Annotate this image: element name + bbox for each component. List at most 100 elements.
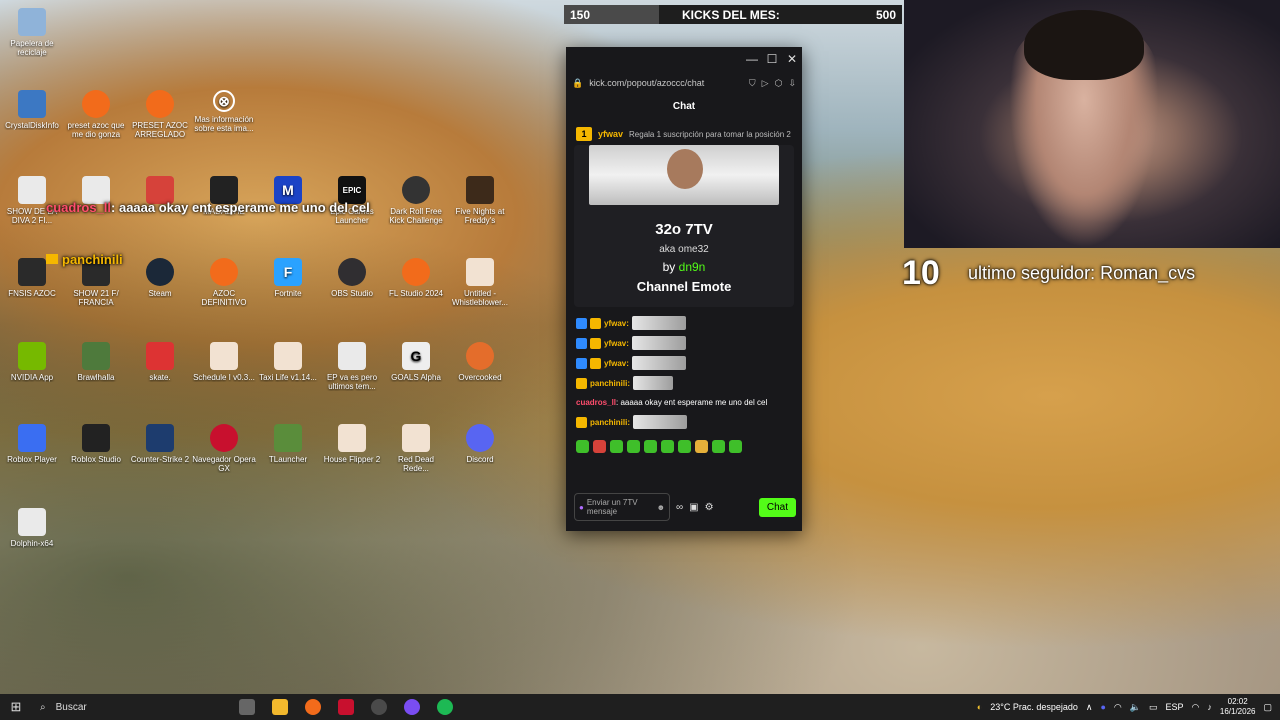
taskbar-search[interactable]: ⌕ Buscar bbox=[32, 694, 230, 720]
notification-icon[interactable]: ▢ bbox=[1263, 702, 1272, 713]
weather-icon[interactable]: ◐ bbox=[977, 702, 982, 712]
tlauncher-icon bbox=[274, 424, 302, 452]
input-placeholder: Enviar un 7TV mensaje bbox=[586, 498, 638, 516]
desktop-icon[interactable]: Taxi Life v1.14... bbox=[256, 342, 320, 382]
play-icon[interactable]: ▷ bbox=[762, 78, 769, 89]
emote-icon[interactable] bbox=[729, 440, 742, 453]
desktop-icon[interactable]: Five Nights at Freddy's bbox=[448, 176, 512, 225]
chat-message[interactable]: panchinili: bbox=[576, 373, 792, 393]
chat-message[interactable]: yfwav: bbox=[576, 313, 792, 333]
desktop-icon[interactable]: skate. bbox=[128, 342, 192, 382]
desktop-icon[interactable]: House Flipper 2 bbox=[320, 424, 384, 464]
pinned-gift[interactable]: 1 yfwav Regala 1 suscripción para tomar … bbox=[576, 123, 792, 145]
mic-icon[interactable]: ● bbox=[579, 503, 584, 512]
language-indicator[interactable]: ESP bbox=[1166, 702, 1184, 712]
battery-icon[interactable]: ▭ bbox=[1149, 702, 1158, 713]
wifi-status-icon[interactable]: ◠ bbox=[1192, 702, 1200, 713]
emote-icon[interactable] bbox=[661, 440, 674, 453]
emote-icon[interactable] bbox=[593, 440, 606, 453]
emoji-icon[interactable]: ☻ bbox=[657, 503, 665, 512]
desktop-icon[interactable]: Roblox Player bbox=[0, 424, 64, 464]
chat-message[interactable]: cuadros_ll: aaaaa okay ent esperame me u… bbox=[576, 397, 792, 408]
wifi-icon[interactable]: ◠ bbox=[1114, 702, 1122, 713]
desktop-icon[interactable]: Dolphin-x64 bbox=[0, 508, 64, 548]
file-icon bbox=[274, 342, 302, 370]
emote-icon[interactable] bbox=[610, 440, 623, 453]
chat-username[interactable]: cuadros_ll bbox=[576, 398, 616, 407]
browser-icon[interactable] bbox=[395, 694, 428, 720]
streamer-hair bbox=[1024, 10, 1144, 80]
desktop-icon[interactable]: Steam bbox=[128, 258, 192, 298]
emote-icon[interactable] bbox=[576, 440, 589, 453]
emote-icon[interactable] bbox=[712, 440, 725, 453]
emote-icon[interactable] bbox=[627, 440, 640, 453]
chat-send-button[interactable]: Chat bbox=[758, 497, 796, 517]
task-view-icon[interactable] bbox=[230, 694, 263, 720]
crown-icon bbox=[46, 254, 58, 264]
desktop-icon[interactable]: CrystalDiskInfo bbox=[0, 90, 64, 130]
spotify-icon[interactable] bbox=[428, 694, 461, 720]
chat-message[interactable]: yfwav: bbox=[576, 353, 792, 373]
weather-text[interactable]: 23°C Prac. despejado bbox=[990, 702, 1078, 712]
chat-message[interactable]: panchinili: bbox=[576, 412, 792, 432]
sound-icon[interactable]: ♪ bbox=[1207, 702, 1212, 712]
desktop-icon[interactable]: TLauncher bbox=[256, 424, 320, 464]
desktop-icon[interactable]: Counter-Strike 2 bbox=[128, 424, 192, 464]
desktop-icon[interactable]: PRESET AZOC ARREGLADO bbox=[128, 90, 192, 139]
chat-username[interactable]: yfwav: bbox=[604, 359, 629, 368]
windows-start-icon[interactable]: ⊞ bbox=[0, 699, 32, 715]
chat-input-row: ● Enviar un 7TV mensaje ☻ ∞ ▣ ⚙ Chat bbox=[574, 493, 796, 521]
emote-icon[interactable] bbox=[678, 440, 691, 453]
download-icon[interactable]: ⇩ bbox=[788, 78, 796, 89]
chat-message[interactable]: yfwav: bbox=[576, 333, 792, 353]
desktop-icon[interactable]: Papelera de reciclaje bbox=[0, 8, 64, 57]
desktop-icon[interactable]: Navegador Opera GX bbox=[192, 424, 256, 473]
desktop-icon[interactable]: F Fortnite bbox=[256, 258, 320, 298]
chat-username[interactable]: yfwav: bbox=[604, 339, 629, 348]
file-explorer-icon[interactable] bbox=[263, 694, 296, 720]
chat-username[interactable]: yfwav: bbox=[604, 319, 629, 328]
chat-popout-window: — ☐ ✕ 🔒 kick.com/popout/azoccc/chat ⛉ ▷ … bbox=[566, 47, 802, 531]
desktop-icon[interactable]: preset azoc que me dio gonza bbox=[64, 90, 128, 139]
extensions-icon[interactable]: ⬡ bbox=[775, 78, 783, 89]
emote-icon[interactable] bbox=[644, 440, 657, 453]
chat-username[interactable]: panchinili: bbox=[590, 418, 630, 427]
desktop-icon[interactable]: Roblox Studio bbox=[64, 424, 128, 464]
close-icon[interactable]: ✕ bbox=[782, 47, 802, 71]
overcooked-icon bbox=[466, 342, 494, 370]
desktop-icon[interactable]: OBS Studio bbox=[320, 258, 384, 298]
maximize-icon[interactable]: ☐ bbox=[762, 47, 782, 71]
desktop-icon[interactable]: Schedule I v0.3... bbox=[192, 342, 256, 382]
desktop-icon[interactable]: G GOALS Alpha bbox=[384, 342, 448, 382]
chrome-icon[interactable] bbox=[362, 694, 395, 720]
desktop-icon[interactable]: Red Dead Rede... bbox=[384, 424, 448, 473]
clock[interactable]: 02:02 16/1/2026 bbox=[1220, 697, 1256, 717]
url-text[interactable]: kick.com/popout/azoccc/chat bbox=[589, 78, 743, 88]
app-icon[interactable] bbox=[329, 694, 362, 720]
discord-icon bbox=[466, 424, 494, 452]
desktop-icon[interactable]: ⊗ Mas información sobre esta ima... bbox=[192, 90, 256, 133]
shield-icon[interactable]: ⛉ bbox=[749, 78, 756, 89]
gear-icon[interactable]: ⚙ bbox=[705, 502, 714, 513]
emote-icon[interactable] bbox=[695, 440, 708, 453]
fl-studio-icon[interactable] bbox=[296, 694, 329, 720]
desktop-icon[interactable]: Overcooked bbox=[448, 342, 512, 382]
desktop-icon[interactable]: Brawlhalla bbox=[64, 342, 128, 382]
desktop-icon[interactable]: FL Studio 2024 bbox=[384, 258, 448, 298]
minimize-icon[interactable]: — bbox=[742, 47, 762, 71]
chat-username[interactable]: panchinili: bbox=[590, 379, 630, 388]
crown-icon bbox=[590, 317, 601, 329]
address-bar[interactable]: 🔒 kick.com/popout/azoccc/chat ⛉ ▷ ⬡ ⇩ bbox=[566, 71, 802, 95]
emote-image bbox=[589, 145, 779, 205]
desktop-icon[interactable]: Discord bbox=[448, 424, 512, 464]
desktop-icon[interactable]: AZOC DEFINITIVO bbox=[192, 258, 256, 307]
chevron-up-icon[interactable]: ∧ bbox=[1086, 702, 1093, 713]
desktop-icon[interactable]: NVIDIA App bbox=[0, 342, 64, 382]
desktop-icon[interactable]: Untitled - Whistleblower... bbox=[448, 258, 512, 307]
desktop-icon[interactable]: EP va es pero ultimos tem... bbox=[320, 342, 384, 391]
app-tray-icon[interactable]: ● bbox=[1100, 702, 1105, 712]
volume-icon[interactable]: 🔈 bbox=[1130, 702, 1141, 713]
chat-input[interactable]: ● Enviar un 7TV mensaje ☻ bbox=[574, 493, 670, 521]
7tv-icon[interactable]: ∞ bbox=[676, 502, 683, 513]
gift-icon[interactable]: ▣ bbox=[689, 502, 698, 513]
